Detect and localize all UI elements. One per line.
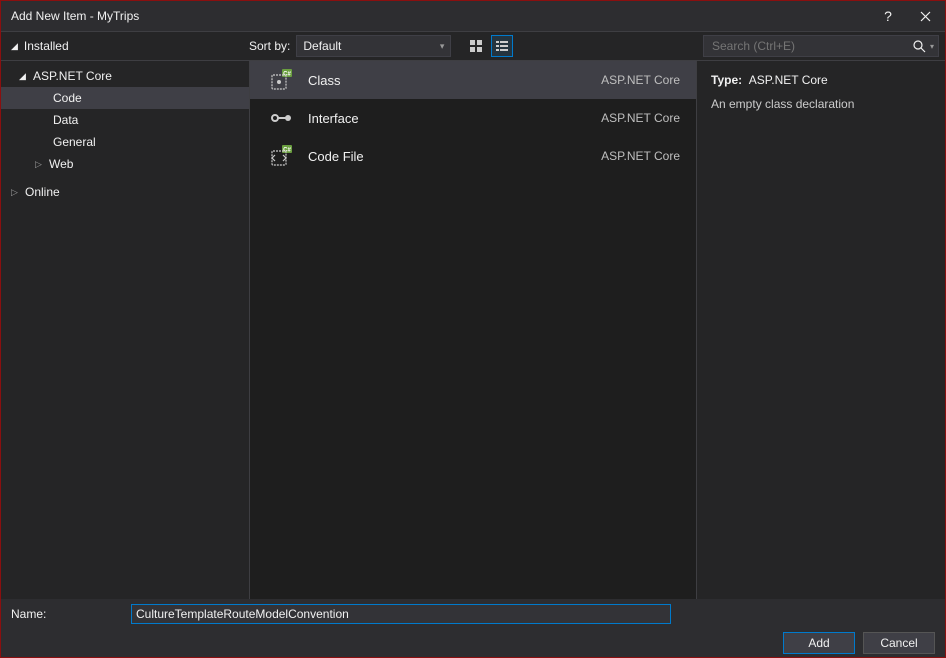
detail-type-label: Type: [711,73,742,87]
tree-item-data[interactable]: Data [1,109,249,131]
search-input[interactable] [712,39,913,53]
template-list: C# Class ASP.NET Core Interface ASP.NET … [249,61,697,599]
name-label: Name: [11,607,131,621]
tree-label: ASP.NET Core [33,69,112,83]
template-category: ASP.NET Core [601,149,680,163]
collapse-icon: ◢ [19,71,31,82]
view-toggles [465,35,513,57]
help-button[interactable]: ? [871,1,905,31]
name-input[interactable] [131,604,671,624]
template-category: ASP.NET Core [601,73,680,87]
tree-item-aspnetcore[interactable]: ◢ ASP.NET Core [1,65,249,87]
sort-area: Sort by: Default ▾ [249,35,513,57]
template-item-class[interactable]: C# Class ASP.NET Core [250,61,696,99]
titlebar: Add New Item - MyTrips ? [1,1,945,31]
main: ◢ ASP.NET Core Code Data General ▷ Web ▷… [1,61,945,599]
toolbar: ◢ Installed Sort by: Default ▾ ▾ [1,31,945,61]
tree-item-online[interactable]: ▷ Online [1,181,249,203]
sort-combo[interactable]: Default ▾ [296,35,451,57]
tree-label: Online [25,185,60,199]
tree-label: Data [53,113,78,127]
button-row: Add Cancel [1,629,945,657]
search-box[interactable]: ▾ [703,35,939,57]
template-name: Interface [308,111,601,126]
detail-type-row: Type: ASP.NET Core [711,73,931,87]
template-item-interface[interactable]: Interface ASP.NET Core [250,99,696,137]
chevron-down-icon: ▾ [440,41,445,52]
tree-label: General [53,135,96,149]
view-large-icons[interactable] [465,35,487,57]
close-button[interactable] [905,1,945,31]
svg-text:C#: C# [283,72,291,78]
sidebar-header[interactable]: ◢ Installed [1,32,249,60]
detail-description: An empty class declaration [711,97,931,111]
name-row: Name: [1,599,945,629]
add-button[interactable]: Add [783,632,855,654]
interface-icon [266,103,296,133]
sidebar-header-label: Installed [24,39,69,53]
sort-label: Sort by: [249,39,290,53]
chevron-down-icon[interactable]: ▾ [930,42,934,51]
sidebar: ◢ ASP.NET Core Code Data General ▷ Web ▷… [1,61,249,599]
sort-value: Default [303,39,341,53]
tree-label: Code [53,91,82,105]
codefile-icon: C# [266,141,296,171]
tree-item-general[interactable]: General [1,131,249,153]
tree-label: Web [49,157,73,171]
detail-type-value: ASP.NET Core [749,73,828,87]
template-category: ASP.NET Core [601,111,680,125]
template-item-codefile[interactable]: C# Code File ASP.NET Core [250,137,696,175]
tree-item-web[interactable]: ▷ Web [1,153,249,175]
expand-icon: ▷ [35,159,47,170]
view-small-icons[interactable] [491,35,513,57]
cancel-button[interactable]: Cancel [863,632,935,654]
detail-pane: Type: ASP.NET Core An empty class declar… [697,61,945,599]
template-name: Code File [308,149,601,164]
expand-icon: ▷ [11,187,23,198]
window-title: Add New Item - MyTrips [11,9,871,23]
category-tree: ◢ ASP.NET Core Code Data General ▷ Web ▷… [1,65,249,203]
collapse-icon: ◢ [11,41,18,52]
search-icon[interactable] [913,40,926,53]
template-name: Class [308,73,601,88]
svg-text:C#: C# [283,148,291,154]
class-icon: C# [266,65,296,95]
tree-item-code[interactable]: Code [1,87,249,109]
